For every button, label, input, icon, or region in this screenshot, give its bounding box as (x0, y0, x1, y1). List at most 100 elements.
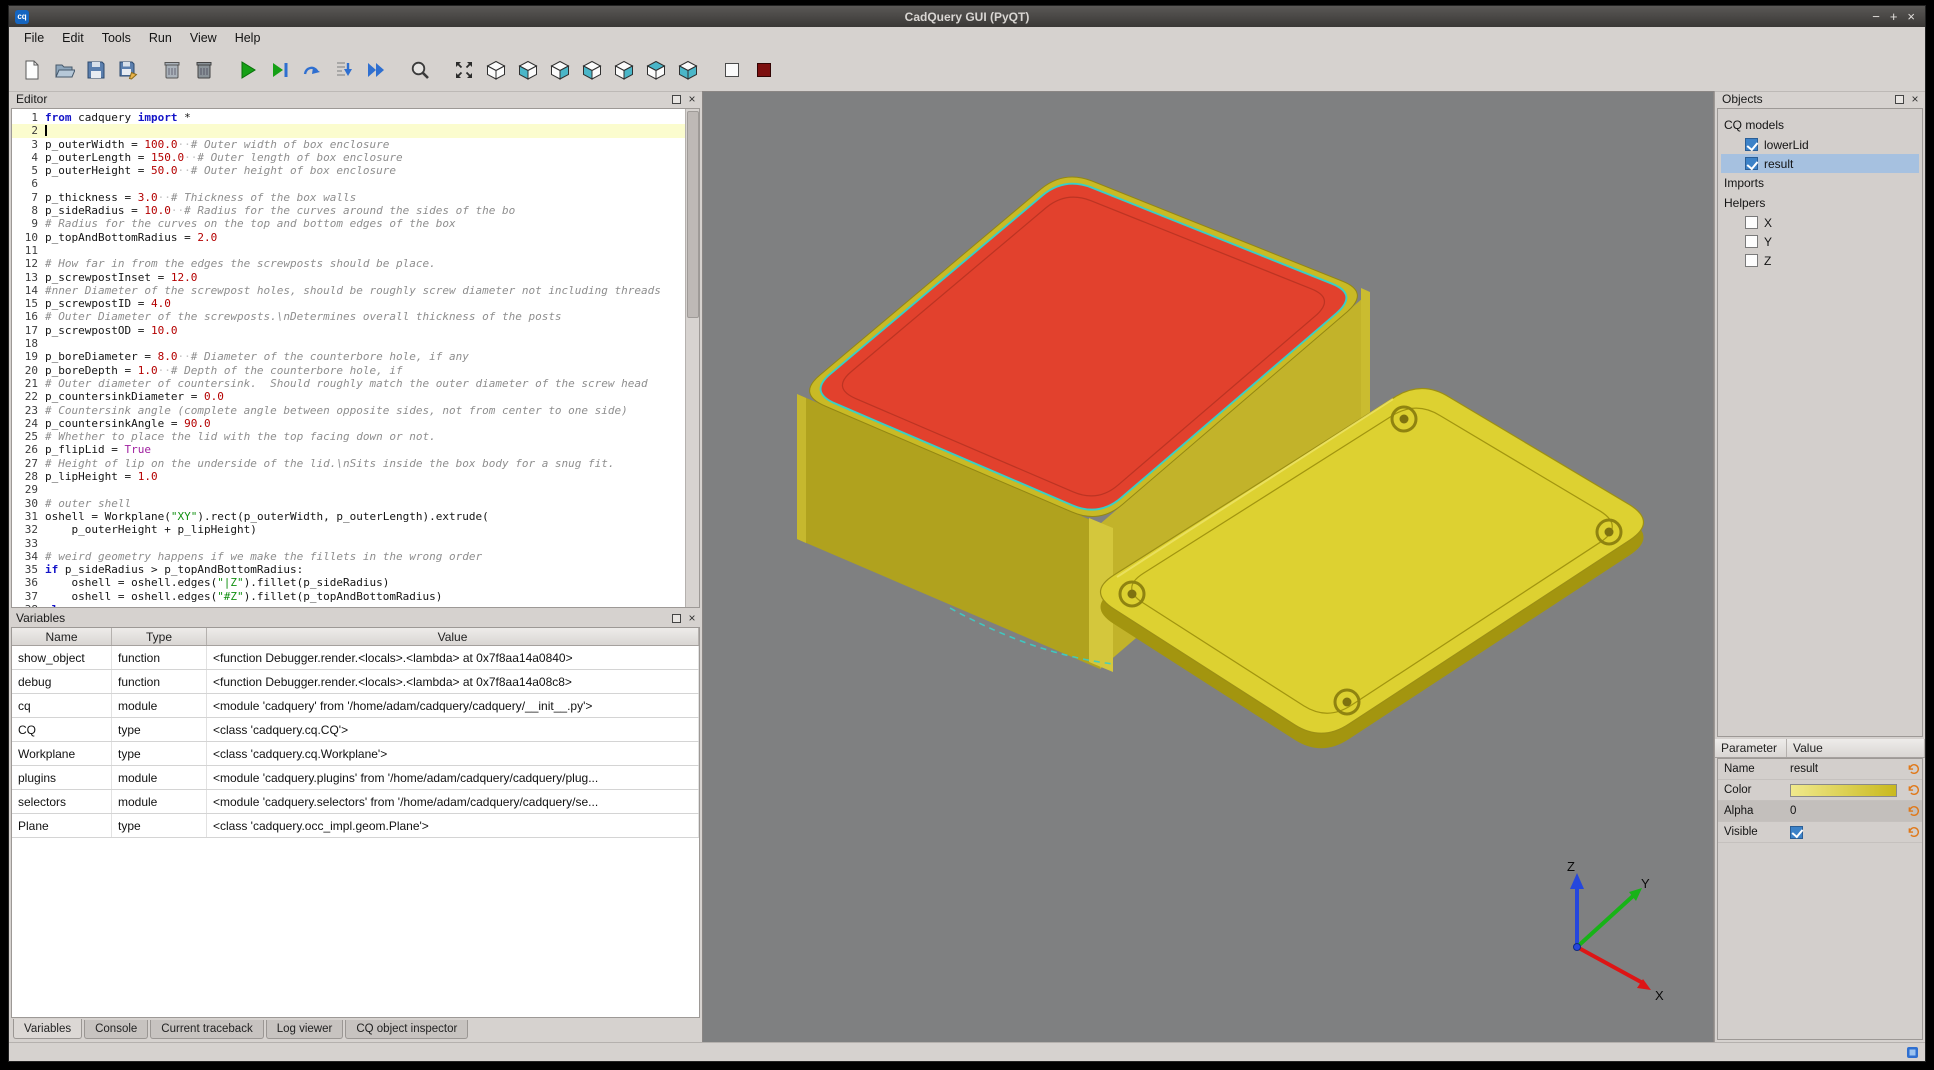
delete-button[interactable] (189, 55, 219, 85)
code-line[interactable]: 22p_countersinkDiameter = 0.0 (12, 390, 699, 403)
clear-button[interactable] (157, 55, 187, 85)
variables-row-cq[interactable]: CQtype<class 'cadquery.cq.CQ'> (12, 718, 699, 742)
titlebar[interactable]: cq CadQuery GUI (PyQT) − + × (9, 6, 1925, 27)
code-line[interactable]: 1from cadquery import * (12, 111, 699, 124)
close-panel-icon[interactable] (686, 612, 698, 624)
code-line[interactable]: 13p_screwpostInset = 12.0 (12, 271, 699, 284)
y-checkbox[interactable] (1745, 235, 1758, 248)
code-line[interactable]: 14#nner Diameter of the screwpost holes,… (12, 284, 699, 297)
shaded-mode-button[interactable] (749, 55, 779, 85)
code-line[interactable]: 4p_outerLength = 150.0··# Outer length o… (12, 151, 699, 164)
reset-color-icon[interactable] (1904, 784, 1922, 797)
code-line[interactable]: 8p_sideRadius = 10.0··# Radius for the c… (12, 204, 699, 217)
menu-view[interactable]: View (181, 29, 226, 47)
save-as-button[interactable] (113, 55, 143, 85)
code-line[interactable]: 30# outer shell (12, 497, 699, 510)
run-script-button[interactable] (233, 55, 263, 85)
lowerlid-checkbox[interactable] (1745, 138, 1758, 151)
step-over-button[interactable] (297, 55, 327, 85)
close-panel-icon[interactable] (1909, 93, 1921, 105)
variables-row-debug[interactable]: debugfunction<function Debugger.render.<… (12, 670, 699, 694)
variables-row-show-object[interactable]: show_objectfunction<function Debugger.re… (12, 646, 699, 670)
visible-checkbox[interactable] (1790, 826, 1803, 839)
tree-item-lowerlid[interactable]: lowerLid (1721, 135, 1919, 154)
tab-current-traceback[interactable]: Current traceback (150, 1020, 263, 1039)
menu-run[interactable]: Run (140, 29, 181, 47)
code-line[interactable]: 21# Outer diameter of countersink. Shoul… (12, 377, 699, 390)
menu-file[interactable]: File (15, 29, 53, 47)
tree-group-helpers[interactable]: Helpers (1718, 193, 1922, 213)
viewport-3d[interactable]: Z Y X (702, 91, 1714, 1042)
save-button[interactable] (81, 55, 111, 85)
fit-all-button[interactable] (449, 55, 479, 85)
code-line[interactable]: 16# Outer Diameter of the screwposts.\nD… (12, 310, 699, 323)
variables-column-type[interactable]: Type (112, 628, 207, 645)
tree-group-imports[interactable]: Imports (1718, 173, 1922, 193)
code-line[interactable]: 26p_flipLid = True (12, 443, 699, 456)
parameter-value[interactable] (1790, 784, 1904, 797)
continue-button[interactable] (361, 55, 391, 85)
view-left-button[interactable] (577, 55, 607, 85)
parameter-row-color[interactable]: Color (1718, 780, 1922, 801)
code-line[interactable]: 27# Height of lip on the underside of th… (12, 457, 699, 470)
wireframe-mode-button[interactable] (717, 55, 747, 85)
code-line[interactable]: 5p_outerHeight = 50.0··# Outer height of… (12, 164, 699, 177)
tree-item-x[interactable]: X (1721, 213, 1919, 232)
debug-script-button[interactable] (265, 55, 295, 85)
code-line[interactable]: 31oshell = Workplane("XY").rect(p_outerW… (12, 510, 699, 523)
new-file-button[interactable] (17, 55, 47, 85)
view-front-button[interactable] (513, 55, 543, 85)
code-line[interactable]: 38else: (12, 603, 699, 608)
code-line[interactable]: 18 (12, 337, 699, 350)
parameter-value[interactable]: 0 (1790, 805, 1904, 817)
tree-item-result[interactable]: result (1721, 154, 1919, 173)
view-bottom-button[interactable] (673, 55, 703, 85)
zoom-button[interactable] (405, 55, 435, 85)
variables-row-selectors[interactable]: selectorsmodule<module 'cadquery.selecto… (12, 790, 699, 814)
view-top-button[interactable] (641, 55, 671, 85)
variables-column-value[interactable]: Value (207, 628, 699, 645)
code-line[interactable]: 17p_screwpostOD = 10.0 (12, 324, 699, 337)
status-grip-icon[interactable] (1906, 1046, 1919, 1059)
code-line[interactable]: 33 (12, 537, 699, 550)
code-line[interactable]: 11 (12, 244, 699, 257)
code-line[interactable]: 37 oshell = oshell.edges("#Z").fillet(p_… (12, 590, 699, 603)
code-line[interactable]: 9# Radius for the curves on the top and … (12, 217, 699, 230)
minimize-button[interactable]: − (1872, 6, 1880, 27)
result-checkbox[interactable] (1745, 157, 1758, 170)
variables-row-cq[interactable]: cqmodule<module 'cadquery' from '/home/a… (12, 694, 699, 718)
tree-item-y[interactable]: Y (1721, 232, 1919, 251)
undock-panel-icon[interactable] (670, 93, 682, 105)
editor-scrollbar[interactable] (685, 109, 699, 607)
parameter-column-header[interactable]: Parameter (1715, 739, 1787, 757)
code-line[interactable]: 7p_thickness = 3.0··# Thickness of the b… (12, 191, 699, 204)
code-line[interactable]: 34# weird geometry happens if we make th… (12, 550, 699, 563)
view-back-button[interactable] (545, 55, 575, 85)
code-line[interactable]: 19p_boreDiameter = 8.0··# Diameter of th… (12, 350, 699, 363)
view-iso-button[interactable] (481, 55, 511, 85)
parameter-row-name[interactable]: Nameresult (1718, 759, 1922, 780)
close-button[interactable]: × (1907, 6, 1915, 27)
value-column-header[interactable]: Value (1787, 739, 1925, 757)
close-panel-icon[interactable] (686, 93, 698, 105)
code-line[interactable]: 29 (12, 483, 699, 496)
undock-panel-icon[interactable] (670, 612, 682, 624)
menu-tools[interactable]: Tools (93, 29, 140, 47)
variables-row-plane[interactable]: Planetype<class 'cadquery.occ_impl.geom.… (12, 814, 699, 838)
tab-cq-object-inspector[interactable]: CQ object inspector (345, 1020, 468, 1039)
variables-row-plugins[interactable]: pluginsmodule<module 'cadquery.plugins' … (12, 766, 699, 790)
code-line[interactable]: 23# Countersink angle (complete angle be… (12, 404, 699, 417)
code-editor[interactable]: 1from cadquery import *23p_outerWidth = … (11, 108, 700, 608)
tab-console[interactable]: Console (84, 1020, 148, 1039)
open-file-button[interactable] (49, 55, 79, 85)
reset-visible-icon[interactable] (1904, 826, 1922, 839)
menu-edit[interactable]: Edit (53, 29, 93, 47)
reset-name-icon[interactable] (1904, 763, 1922, 776)
code-line[interactable]: 35if p_sideRadius > p_topAndBottomRadius… (12, 563, 699, 576)
code-line[interactable]: 36 oshell = oshell.edges("|Z").fillet(p_… (12, 576, 699, 589)
step-into-button[interactable] (329, 55, 359, 85)
code-line[interactable]: 24p_countersinkAngle = 90.0 (12, 417, 699, 430)
tab-variables[interactable]: Variables (13, 1019, 82, 1039)
editor-scrollbar-thumb[interactable] (687, 111, 699, 318)
code-line[interactable]: 15p_screwpostID = 4.0 (12, 297, 699, 310)
